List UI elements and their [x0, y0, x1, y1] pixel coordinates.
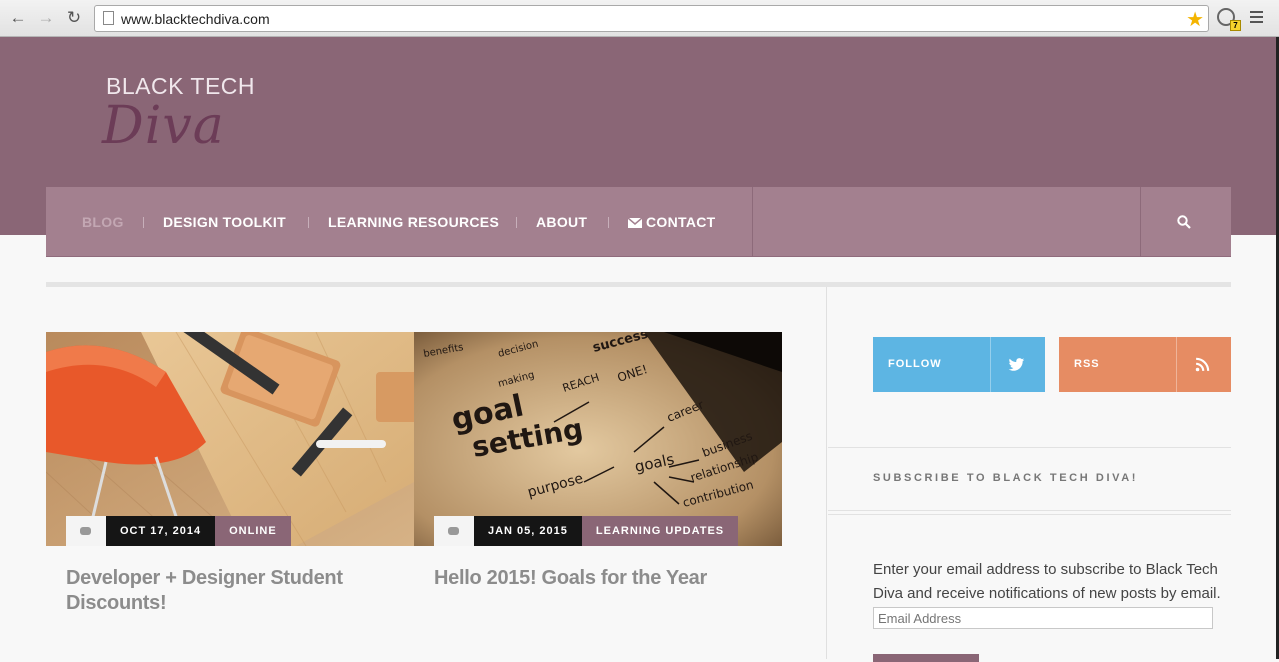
main-nav: BLOG DESIGN TOOLKIT LEARNING RESOURCES A… [46, 187, 1231, 257]
post-meta: JAN 05, 2015 LEARNING UPDATES [434, 516, 739, 546]
sidebar-border [826, 287, 827, 659]
nav-divider [1140, 187, 1141, 257]
goal-setting-photo: goal setting purpose goals REACH ONE! ca… [414, 332, 782, 546]
rss-button[interactable]: RSS [1059, 337, 1231, 392]
post-category[interactable]: LEARNING UPDATES [581, 516, 739, 546]
subscribe-button[interactable] [873, 654, 979, 662]
post-date[interactable]: OCT 17, 2014 [106, 516, 216, 546]
nav-item-design-toolkit[interactable]: DESIGN TOOLKIT [163, 214, 286, 230]
subscribe-heading: SUBSCRIBE TO BLACK TECH DIVA! [873, 472, 1139, 484]
post-meta: OCT 17, 2014 ONLINE [66, 516, 291, 546]
nav-separator [143, 217, 144, 228]
nav-item-learning-resources[interactable]: LEARNING RESOURCES [328, 214, 499, 230]
comment-icon [80, 527, 91, 535]
forward-arrow-icon[interactable]: → [36, 8, 56, 28]
star-icon[interactable]: ★ [1186, 7, 1204, 32]
twitter-icon [1008, 358, 1025, 371]
post-image-desk[interactable] [46, 332, 414, 546]
follow-twitter-button[interactable]: FOLLOW [873, 337, 1045, 392]
comment-icon [448, 527, 459, 535]
rss-label: RSS [1074, 358, 1100, 370]
post-date[interactable]: JAN 05, 2015 [474, 516, 582, 546]
nav-separator [516, 217, 517, 228]
nav-item-about[interactable]: ABOUT [536, 214, 587, 230]
email-field[interactable] [873, 607, 1213, 629]
contact-label: CONTACT [646, 214, 716, 230]
search-icon[interactable] [1177, 215, 1191, 229]
browser-toolbar: ← → ↻ www.blacktechdiva.com ★ 7 [0, 0, 1279, 37]
post-title[interactable]: Hello 2015! Goals for the Year [434, 566, 774, 591]
back-arrow-icon[interactable]: ← [8, 8, 28, 28]
button-divider [1176, 337, 1177, 392]
post-title[interactable]: Developer + Designer Student Discounts! [66, 566, 386, 616]
sidebar-divider [828, 447, 1231, 448]
nav-separator [308, 217, 309, 228]
rss-icon [1195, 357, 1210, 372]
nav-divider [752, 187, 753, 257]
subscribe-description: Enter your email address to subscribe to… [873, 561, 1221, 602]
menu-icon[interactable] [1250, 11, 1263, 26]
page-icon [103, 11, 114, 25]
post-image-goal-setting[interactable]: goal setting purpose goals REACH ONE! ca… [414, 332, 782, 546]
nav-item-contact[interactable]: CONTACT [628, 214, 716, 230]
address-bar[interactable]: www.blacktechdiva.com ★ [94, 5, 1209, 32]
nav-separator [608, 217, 609, 228]
reload-icon[interactable]: ↻ [64, 8, 84, 28]
nav-item-blog[interactable]: BLOG [82, 214, 124, 230]
mail-icon [628, 218, 642, 228]
post-category[interactable]: ONLINE [215, 516, 291, 546]
desk-photo [46, 332, 414, 546]
sidebar-divider [828, 510, 1231, 511]
logo-script[interactable]: Diva [102, 96, 225, 156]
url-text[interactable]: www.blacktechdiva.com [121, 11, 270, 27]
content-divider [46, 282, 1231, 287]
follow-label: FOLLOW [888, 358, 942, 370]
sidebar-divider [828, 514, 1231, 515]
extension-badge: 7 [1230, 20, 1241, 31]
comments-link[interactable] [434, 516, 474, 546]
button-divider [990, 337, 991, 392]
comments-link[interactable] [66, 516, 106, 546]
